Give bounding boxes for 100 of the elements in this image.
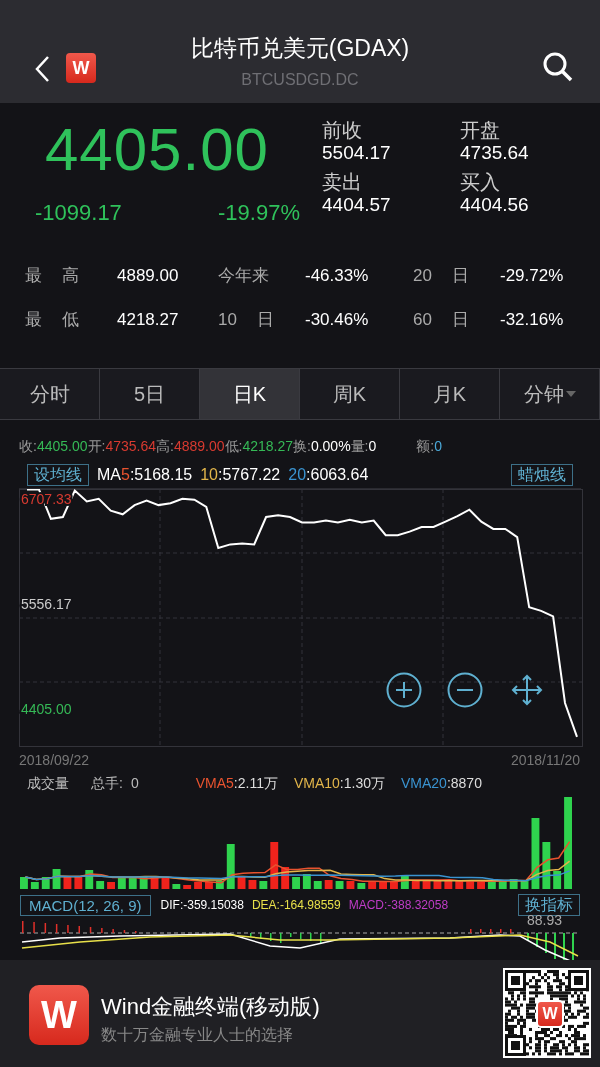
- pan-icon[interactable]: [509, 672, 545, 708]
- vma-value: :2.11万: [233, 774, 278, 791]
- stat-label: 最 高: [25, 265, 81, 287]
- field-value: 4735.64: [460, 143, 530, 164]
- last-price: 4405.00: [45, 120, 270, 180]
- zoom-in-button[interactable]: [386, 672, 422, 708]
- volume-bar: [215, 881, 224, 889]
- axis-label: 88.93: [527, 913, 563, 927]
- volume-bar: [422, 881, 431, 889]
- date-label: 2018/11/20: [510, 751, 580, 770]
- volume-bar: [368, 881, 377, 889]
- quote-label: 低:: [224, 438, 243, 454]
- macd-value: DIF:-359.15038: [160, 897, 244, 914]
- volume-bar: [400, 875, 409, 889]
- qr-logo: W: [536, 1000, 564, 1028]
- quote-label: 换:: [293, 438, 311, 454]
- stat-value: -32.16%: [500, 308, 565, 331]
- zoom-out-button[interactable]: [447, 672, 483, 708]
- volume-bar: [194, 882, 202, 889]
- volume-bar: [128, 877, 137, 889]
- back-icon[interactable]: [34, 55, 50, 83]
- period-tab[interactable]: 5日: [100, 369, 200, 419]
- volume-bar: [487, 881, 496, 889]
- volume-bar: [96, 881, 105, 889]
- ma-period: 5: [121, 465, 130, 485]
- ma-period: 20: [288, 465, 307, 485]
- volume-bar: [509, 879, 518, 889]
- volume-bar: [20, 877, 28, 889]
- volume-bar: [302, 874, 311, 889]
- period-tab[interactable]: 日K: [200, 369, 300, 419]
- indicator-button[interactable]: MACD(12, 26, 9): [20, 894, 151, 916]
- quote-label: 高:: [156, 438, 174, 454]
- volume-bar: [237, 877, 246, 889]
- page-title: 比特币兑美元(GDAX): [190, 34, 410, 60]
- quote-label: 开:: [87, 438, 106, 454]
- app-logo: W: [29, 985, 89, 1045]
- volume-bar: [259, 881, 268, 889]
- period-tab[interactable]: 分时: [0, 369, 100, 419]
- volume-bar: [161, 877, 170, 889]
- volume-bar: [542, 842, 551, 889]
- quote-value: 4735.64: [105, 438, 156, 454]
- volume-bar: [444, 881, 453, 889]
- volume-bar: [172, 884, 181, 889]
- ma-label: MA: [97, 465, 121, 485]
- vma-label: VMA20: [401, 774, 447, 791]
- volume-bar: [292, 877, 300, 889]
- field-label: 前收: [322, 120, 363, 141]
- volume-bar: [553, 871, 562, 889]
- volume-bar: [411, 881, 420, 889]
- volume-bar: [335, 881, 344, 889]
- vma-value: :1.30万: [339, 774, 385, 791]
- caret-icon[interactable]: [565, 391, 576, 397]
- app-logo: W: [66, 53, 96, 83]
- volume-bar: [433, 881, 442, 889]
- quote-label: 额:: [416, 438, 435, 454]
- macd-bar: [55, 924, 58, 933]
- price-change: -1099.17: [35, 199, 122, 227]
- volume-bar: [205, 882, 213, 889]
- stat-label: 20 日: [413, 265, 470, 287]
- stat-value: 4889.00: [117, 265, 180, 287]
- quote-value: 0: [434, 438, 442, 454]
- vma-label: VMA10: [293, 774, 340, 791]
- volume-bar: [466, 881, 475, 889]
- volume-bar: [183, 885, 192, 889]
- period-tab[interactable]: 月K: [400, 369, 500, 419]
- volume-bar: [248, 880, 257, 889]
- stat-value: 4218.27: [117, 308, 180, 331]
- volume-bar: [520, 880, 529, 889]
- symbol-code: BTCUSDGD.DC: [241, 70, 359, 90]
- search-icon[interactable]: [543, 52, 573, 82]
- volume-bar: [139, 877, 148, 889]
- macd-value: MACD:-388.32058: [348, 897, 449, 914]
- volume-bar: [226, 844, 235, 889]
- candle-button[interactable]: 蜡烛线: [511, 464, 573, 486]
- quote-label: 量:: [350, 438, 369, 454]
- volume-bar: [150, 877, 159, 889]
- axis-label: 4405.00: [21, 700, 72, 717]
- stat-label: 最 低: [25, 308, 81, 331]
- stat-label: 10 日: [218, 308, 275, 331]
- stat-value: -30.46%: [305, 308, 370, 331]
- switch-indicator-button[interactable]: 换指标: [518, 894, 580, 916]
- quote-value: 0: [368, 438, 377, 454]
- ma-period: 10: [200, 465, 218, 485]
- total-value: 0: [130, 773, 139, 793]
- field-value: 5504.17: [322, 143, 392, 164]
- volume-title: 成交量: [27, 773, 69, 793]
- period-tab[interactable]: 分钟: [500, 369, 600, 419]
- volume-bar: [477, 882, 485, 889]
- stat-value: -29.72%: [500, 265, 565, 287]
- volume-bar: [379, 881, 387, 889]
- volume-bar: [85, 870, 94, 889]
- field-value: 4404.56: [460, 194, 530, 216]
- ma-value: :5168.15: [129, 465, 193, 485]
- period-tab[interactable]: 周K: [300, 369, 400, 419]
- quote-label: 收:: [19, 438, 37, 454]
- volume-bar: [52, 869, 61, 889]
- volume-bar: [41, 877, 50, 889]
- volume-bar: [313, 881, 322, 889]
- set-ma-button[interactable]: 设均线: [27, 464, 89, 486]
- macd-bar: [44, 923, 47, 933]
